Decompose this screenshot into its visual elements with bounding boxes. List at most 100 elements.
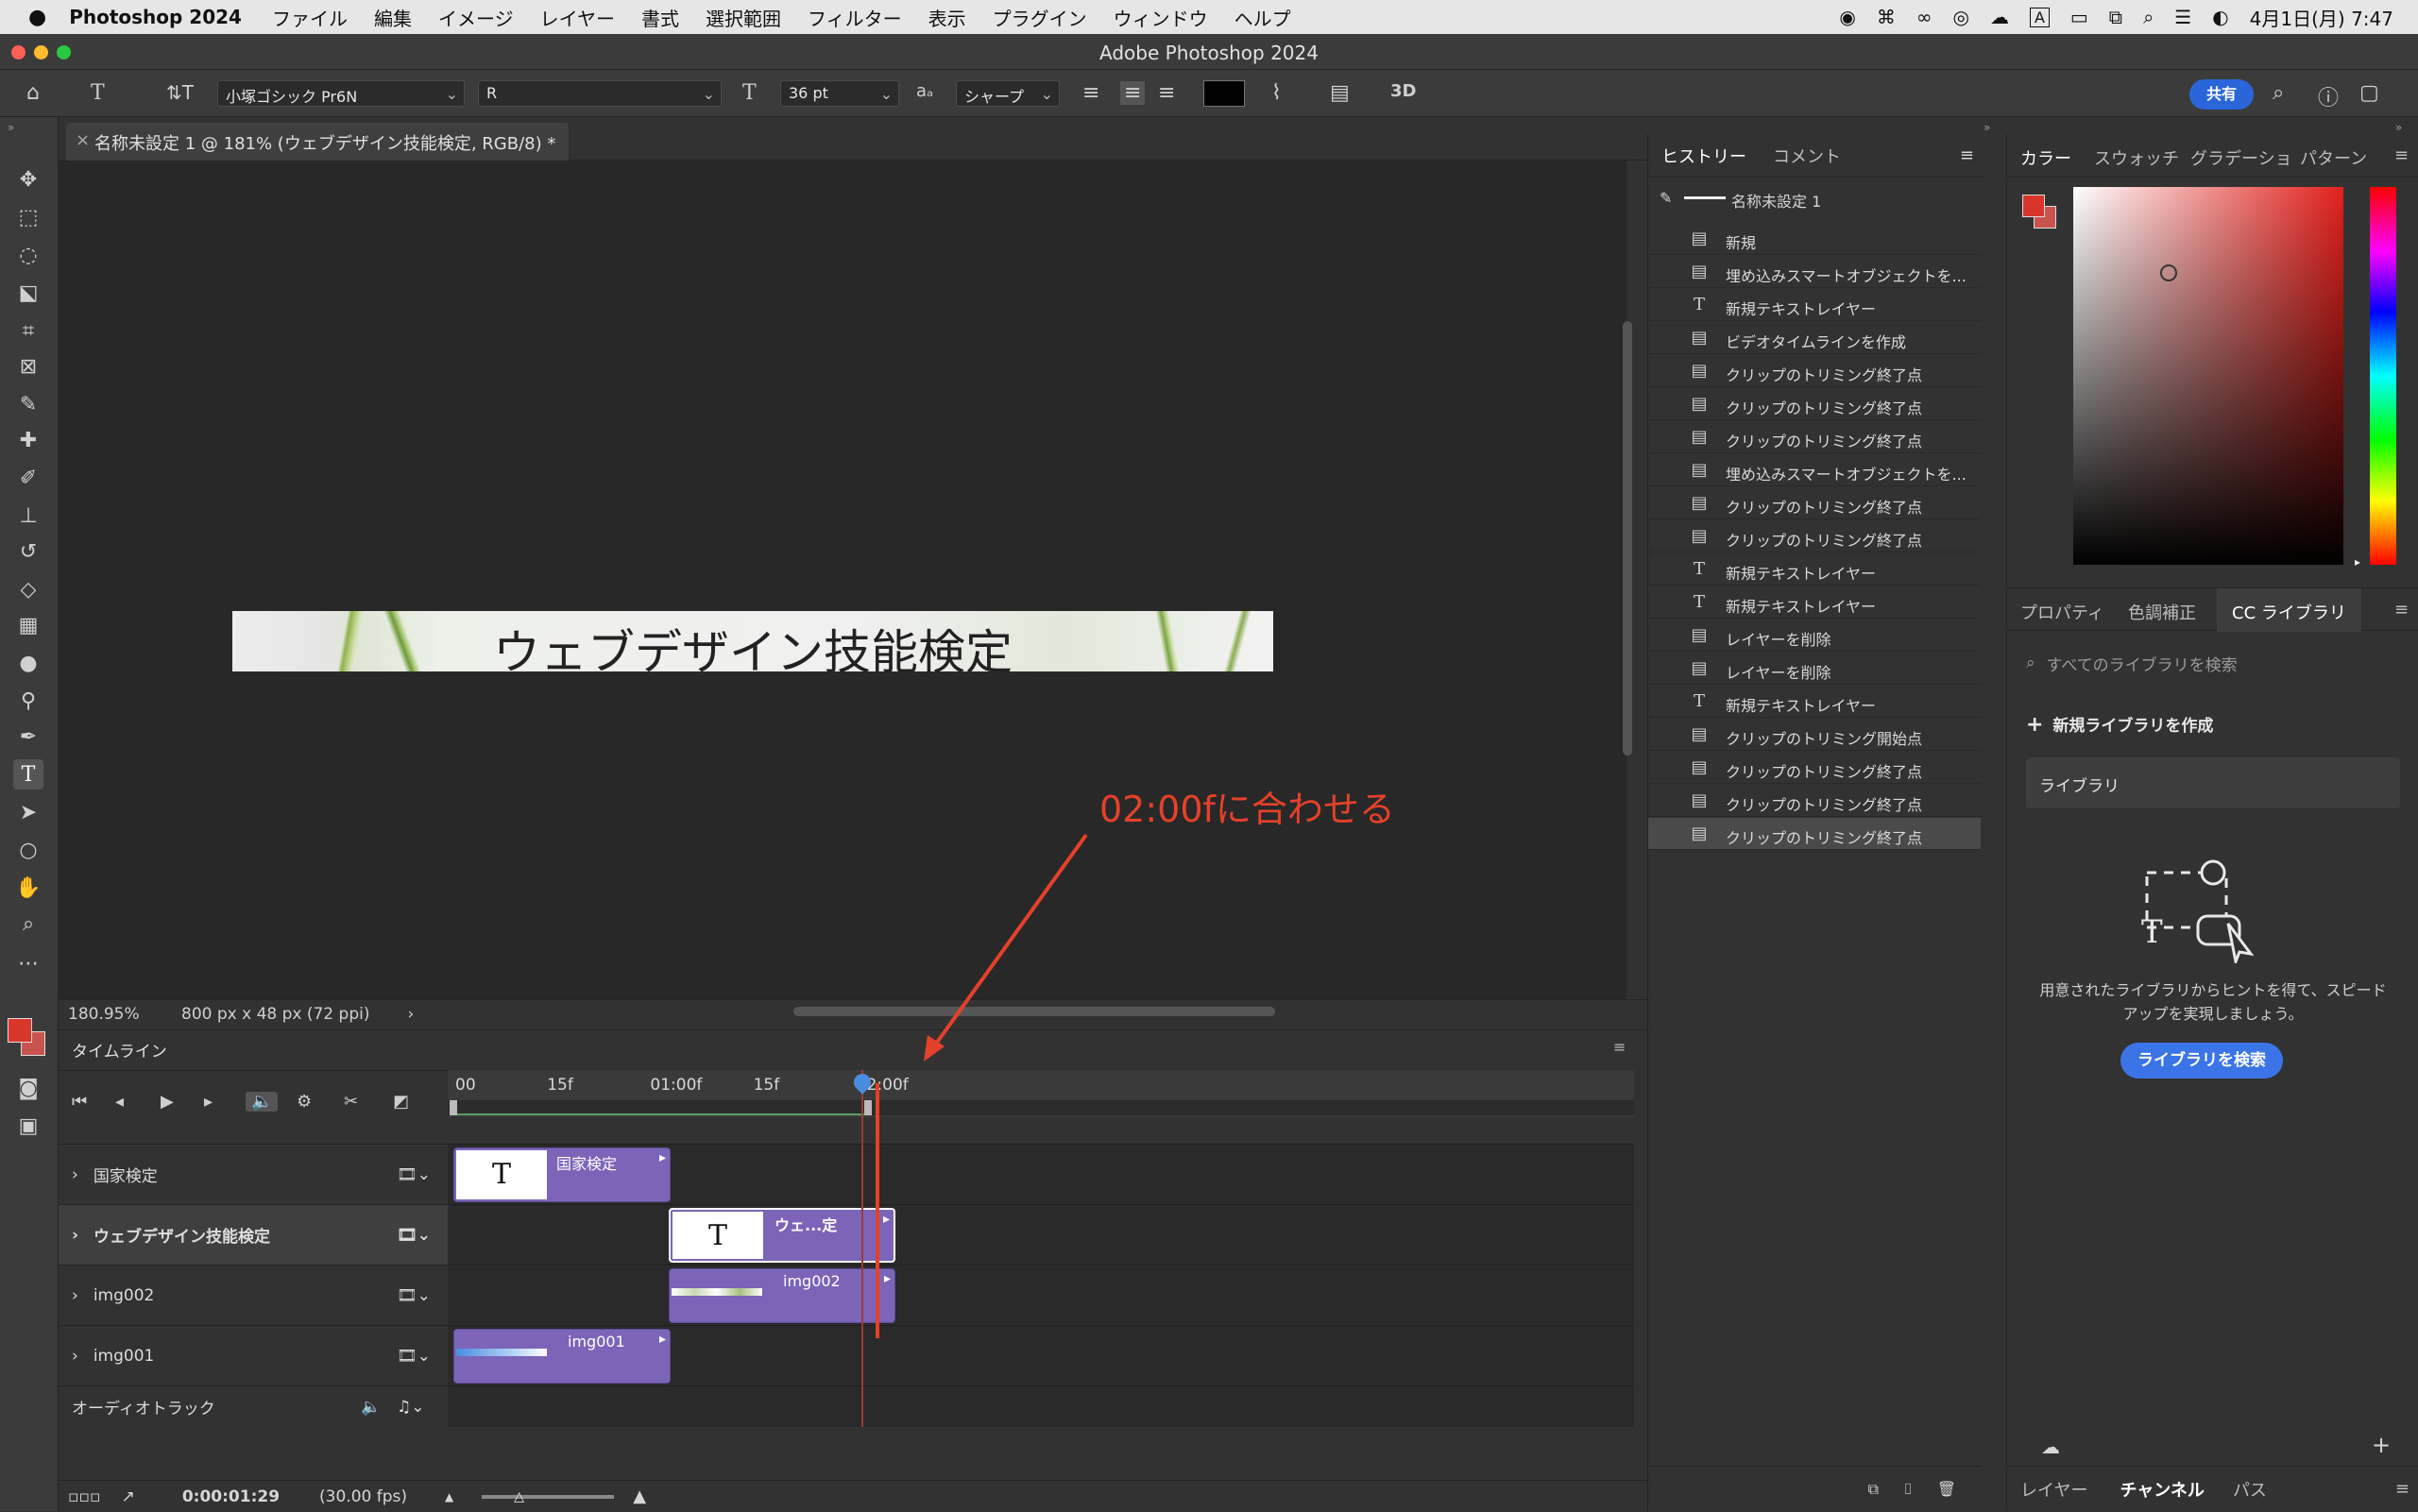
stamp-tool-icon[interactable]: ⊥: [13, 501, 43, 531]
foreground-color-swatch[interactable]: [8, 1018, 32, 1043]
search-icon[interactable]: ⌕: [2143, 6, 2154, 28]
hue-slider[interactable]: [2370, 187, 2396, 565]
control-center-icon[interactable]: ☰: [2174, 6, 2191, 28]
film-icon[interactable]: 🎞⌄: [397, 1226, 431, 1245]
tab-patterns[interactable]: パターン: [2300, 145, 2367, 170]
canvas-area[interactable]: ウェブデザイン技能検定 02:00fに合わせる: [59, 161, 1632, 999]
healing-brush-tool-icon[interactable]: ✚: [13, 425, 43, 455]
history-item[interactable]: T 新規テキストレイヤー: [1648, 586, 1981, 619]
history-item[interactable]: ▤ クリップのトリミング終了点: [1648, 785, 1981, 817]
tab-adjustments[interactable]: 色調補正: [2128, 600, 2196, 624]
clip-menu-icon[interactable]: ▸: [884, 1271, 891, 1286]
screen-mirror-icon[interactable]: ⧉: [2109, 6, 2122, 28]
text-orientation-icon[interactable]: ⇅T: [166, 81, 194, 104]
clip-kokka[interactable]: T 国家検定 ▸: [453, 1147, 671, 1202]
tab-color[interactable]: カラー: [2020, 145, 2071, 170]
menu-plugins[interactable]: プラグイン: [993, 4, 1087, 31]
search-icon[interactable]: ⌕: [2273, 81, 2284, 105]
work-area-start-handle[interactable]: [450, 1100, 457, 1115]
history-item[interactable]: ▤ ビデオタイムラインを作成: [1648, 322, 1981, 354]
history-item[interactable]: ▤ クリップのトリミング終了点: [1648, 818, 1981, 850]
close-tab-icon[interactable]: ×: [76, 130, 90, 150]
next-frame-icon[interactable]: ▸: [204, 1092, 213, 1112]
eraser-tool-icon[interactable]: ◇: [13, 574, 43, 604]
type-tool-preset-icon[interactable]: T: [91, 81, 105, 105]
panel-menu-icon[interactable]: ≡: [2394, 145, 2409, 165]
history-item[interactable]: ▤ クリップのトリミング終了点: [1648, 752, 1981, 784]
menu-file[interactable]: ファイル: [272, 4, 348, 31]
zoom-tool-icon[interactable]: ⌕: [13, 909, 43, 939]
history-item[interactable]: T 新規テキストレイヤー: [1648, 553, 1981, 586]
mute-icon[interactable]: 🔈: [361, 1398, 381, 1417]
panel-menu-icon[interactable]: ≡: [1613, 1038, 1626, 1056]
history-item[interactable]: ▤ 新規: [1648, 223, 1981, 255]
track-lane-img001[interactable]: img001 ▸: [448, 1325, 1634, 1385]
music-note-icon[interactable]: ♫⌄: [397, 1398, 424, 1417]
marquee-tool-icon[interactable]: ⬚: [13, 202, 43, 232]
tab-comments[interactable]: コメント: [1773, 144, 1841, 168]
timecode[interactable]: 0:00:01:29: [182, 1487, 280, 1506]
shape-tool-icon[interactable]: ○: [13, 835, 43, 865]
history-item[interactable]: T 新規テキストレイヤー: [1648, 289, 1981, 321]
align-center-icon[interactable]: ≡: [1120, 81, 1146, 105]
panel-menu-icon[interactable]: ≡: [2395, 1479, 2409, 1499]
font-family-dropdown[interactable]: 小塚ゴシック Pr6N ⌄: [217, 80, 465, 107]
history-item[interactable]: T 新規テキストレイヤー: [1648, 686, 1981, 718]
menu-view[interactable]: 表示: [928, 4, 966, 31]
add-element-icon[interactable]: +: [2372, 1432, 2391, 1458]
lasso-tool-icon[interactable]: ◌: [13, 240, 43, 270]
mode-3d-button[interactable]: 3D: [1390, 81, 1416, 101]
zoom-slider[interactable]: △: [482, 1489, 615, 1504]
history-snapshot[interactable]: ✎ 名称未設定 1: [1648, 181, 1981, 215]
horizontal-scrollbar[interactable]: [793, 1007, 1275, 1016]
align-right-icon[interactable]: ≡: [1158, 81, 1175, 105]
camera-icon[interactable]: ⌷: [1903, 1480, 1913, 1499]
blur-tool-icon[interactable]: ●: [13, 648, 43, 678]
history-item[interactable]: ▤ クリップのトリミング終了点: [1648, 487, 1981, 519]
vertical-scrollbar[interactable]: [1623, 321, 1632, 756]
audio-toggle-icon[interactable]: 🔈: [246, 1092, 279, 1112]
library-search[interactable]: ⌕ すべてのライブラリを検索: [2026, 644, 2400, 682]
antialias-dropdown[interactable]: シャープ ⌄: [956, 80, 1060, 107]
warp-text-icon[interactable]: ⌇: [1271, 81, 1282, 105]
menu-edit[interactable]: 編集: [374, 4, 412, 31]
tab-layers[interactable]: レイヤー: [2020, 1477, 2087, 1502]
quick-mask-icon[interactable]: ◙: [13, 1073, 43, 1103]
history-item[interactable]: ▤ 埋め込みスマートオブジェクトを...: [1648, 454, 1981, 486]
hand-tool-icon[interactable]: ✋: [13, 873, 43, 903]
eyedropper-tool-icon[interactable]: ✎: [13, 389, 43, 419]
collapse-panels-icon[interactable]: »: [2395, 121, 2402, 134]
track-lane-web[interactable]: T ウェ...定 ▸: [448, 1204, 1634, 1265]
path-selection-tool-icon[interactable]: ➤: [13, 797, 43, 827]
tab-swatches[interactable]: スウォッチ: [2094, 145, 2179, 170]
gradient-tool-icon[interactable]: ▦: [13, 610, 43, 640]
audio-track-lane[interactable]: [448, 1385, 1634, 1427]
menu-filter[interactable]: フィルター: [808, 4, 902, 31]
frame-animation-icon[interactable]: ▫▫▫: [68, 1487, 101, 1506]
go-to-first-frame-icon[interactable]: ⏮: [72, 1092, 87, 1112]
input-source-icon[interactable]: A: [2029, 7, 2050, 27]
line-status-icon[interactable]: ◉: [1839, 6, 1855, 28]
hue-pointer-icon[interactable]: ▸: [2355, 555, 2360, 569]
transition-icon[interactable]: ◩: [393, 1092, 409, 1112]
new-document-from-state-icon[interactable]: ⧉: [1868, 1480, 1879, 1499]
track-lane-img002[interactable]: img002 ▸: [448, 1265, 1634, 1325]
film-icon[interactable]: 🎞⌄: [397, 1347, 431, 1366]
tab-channels[interactable]: チャンネル: [2120, 1477, 2204, 1502]
frame-tool-icon[interactable]: ⊠: [13, 351, 43, 382]
film-icon[interactable]: 🎞⌄: [397, 1165, 431, 1184]
color-picker-field[interactable]: [2073, 187, 2343, 565]
history-item[interactable]: ▤ レイヤーを削除: [1648, 620, 1981, 652]
collapse-panels-icon[interactable]: »: [1984, 121, 1990, 134]
font-size-dropdown[interactable]: 36 pt ⌄: [780, 80, 899, 107]
document-tab[interactable]: × 名称未設定 1 @ 181% (ウェブデザイン技能検定, RGB/8) *: [66, 123, 570, 161]
more-tools-icon[interactable]: ⋯: [13, 948, 43, 978]
menu-type[interactable]: 書式: [641, 4, 679, 31]
app-menu[interactable]: Photoshop 2024: [69, 6, 242, 28]
align-left-icon[interactable]: ≡: [1082, 81, 1099, 105]
crop-tool-icon[interactable]: ⌗: [13, 315, 43, 346]
command-icon[interactable]: ⌘: [1877, 6, 1896, 28]
zoom-level[interactable]: 180.95%: [68, 1005, 172, 1024]
history-item[interactable]: ▤ レイヤーを削除: [1648, 653, 1981, 685]
work-area-end-handle[interactable]: [863, 1100, 872, 1115]
